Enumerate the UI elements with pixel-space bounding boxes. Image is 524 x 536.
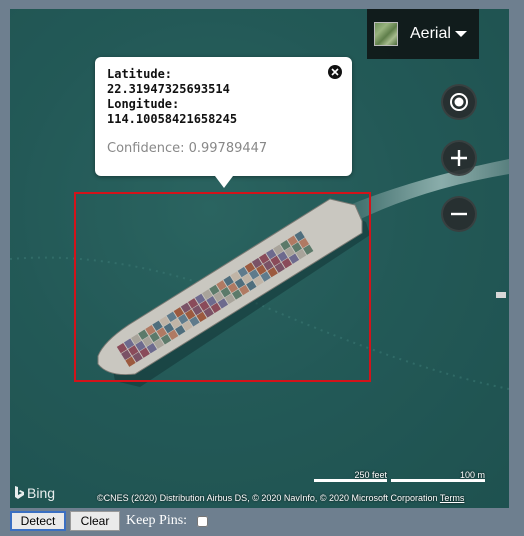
map-canvas[interactable]: Latitude: 22.31947325693514 Longitude: 1… xyxy=(10,9,509,508)
close-icon[interactable] xyxy=(328,65,342,79)
bing-icon xyxy=(15,486,24,499)
zoom-out-button[interactable] xyxy=(441,196,477,232)
map-type-label: Aerial xyxy=(410,25,451,42)
copyright-text: ©CNES (2020) Distribution Airbus DS, © 2… xyxy=(97,493,438,503)
longitude-value: 114.10058421658245 xyxy=(107,112,238,126)
latitude-label: Latitude: xyxy=(107,67,173,81)
bing-logo-text: Bing xyxy=(27,485,56,501)
minus-icon xyxy=(451,212,467,216)
plus-icon xyxy=(451,150,467,166)
detection-bounding-box xyxy=(74,192,371,382)
latitude-value: 22.31947325693514 xyxy=(107,82,230,96)
toolbar: Detect Clear Keep Pins: xyxy=(10,510,209,532)
clear-button[interactable]: Clear xyxy=(70,511,120,531)
location-infobox: Latitude: 22.31947325693514 Longitude: 1… xyxy=(95,57,352,188)
locate-me-button[interactable] xyxy=(441,84,477,120)
confidence-text: Confidence: 0.99789447 xyxy=(107,141,268,156)
zoom-in-button[interactable] xyxy=(441,140,477,176)
longitude-label: Longitude: xyxy=(107,97,180,111)
map-type-selector[interactable]: Aerial xyxy=(367,9,479,59)
locate-me-icon xyxy=(450,93,468,111)
terms-link[interactable]: Terms xyxy=(440,493,465,503)
detect-button[interactable]: Detect xyxy=(10,511,66,531)
infobox-pointer xyxy=(215,176,233,188)
scale-bar-meters: 100 m xyxy=(391,470,485,482)
scale-bar-feet: 250 feet xyxy=(314,470,387,482)
keep-pins-label: Keep Pins: xyxy=(126,513,188,528)
aerial-thumbnail xyxy=(374,22,398,46)
map-copyright: ©CNES (2020) Distribution Airbus DS, © 2… xyxy=(97,493,464,503)
chevron-down-icon xyxy=(455,31,467,37)
bing-logo: Bing xyxy=(14,485,55,501)
keep-pins-checkbox[interactable] xyxy=(197,515,209,527)
